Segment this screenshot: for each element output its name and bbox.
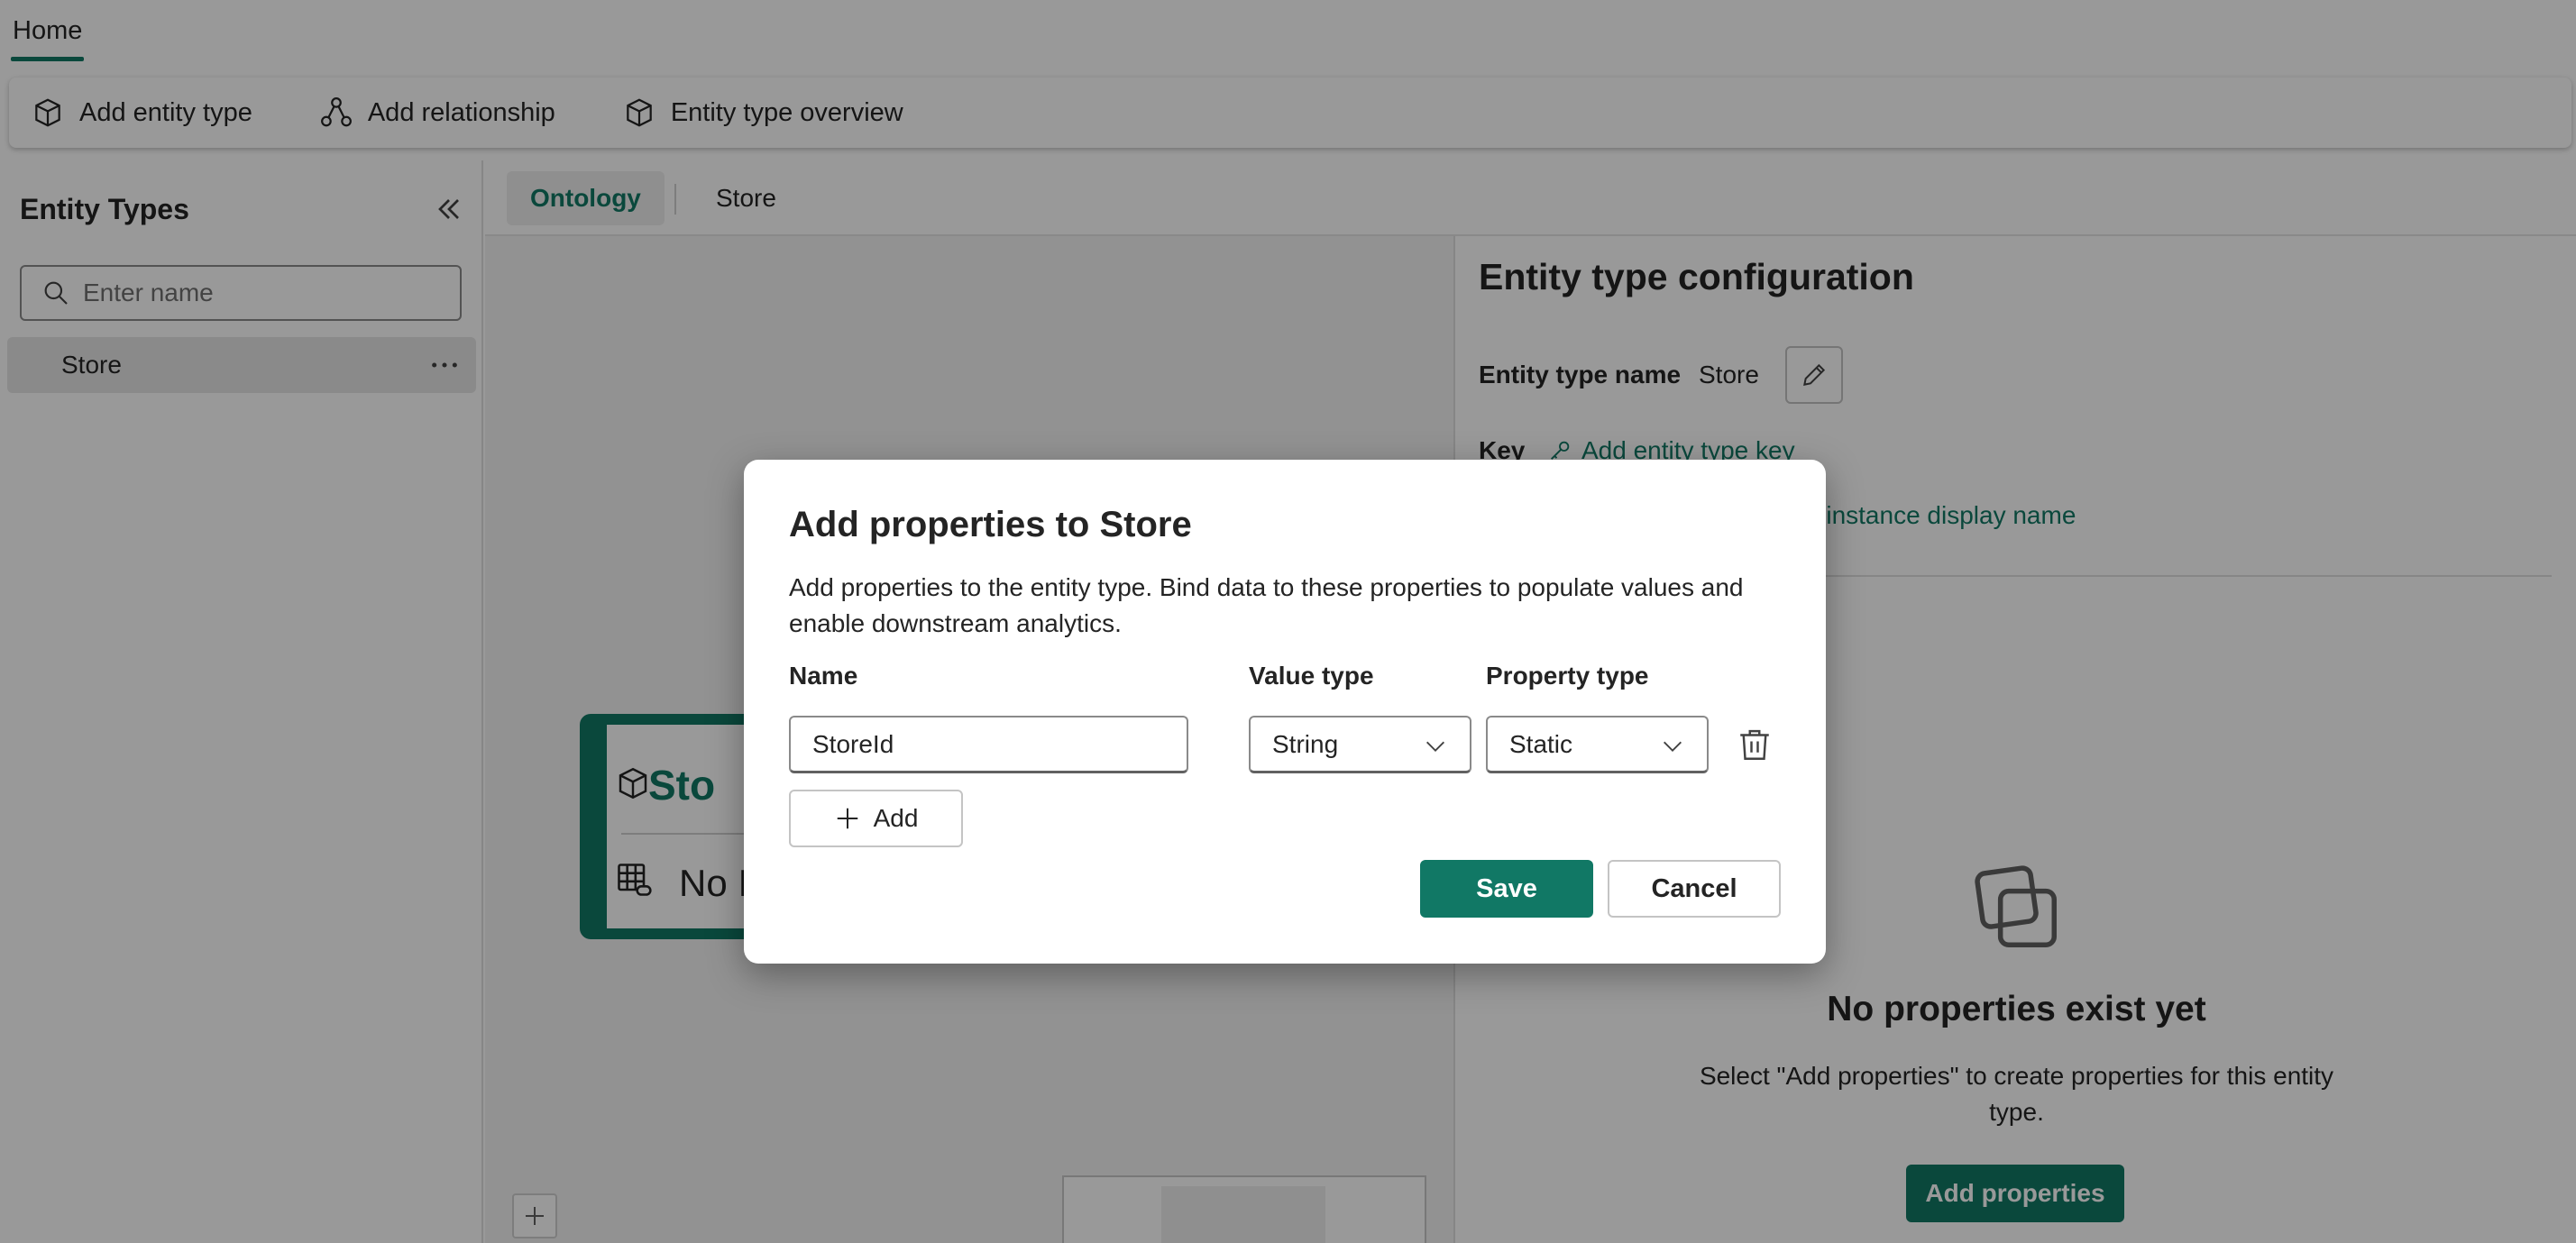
dialog-description: Add properties to the entity type. Bind …	[789, 573, 1744, 637]
add-property-row-label: Add	[873, 804, 919, 832]
value-type-dropdown[interactable]: String	[1249, 716, 1471, 773]
chevron-down-icon	[1426, 741, 1444, 752]
column-header-name: Name	[789, 662, 858, 690]
dialog-title: Add properties to Store	[789, 505, 1192, 544]
column-header-value-type: Value type	[1249, 662, 1374, 690]
chevron-down-icon	[1664, 741, 1682, 752]
plus-icon	[837, 808, 857, 829]
add-property-row-button[interactable]: Add	[789, 790, 963, 847]
delete-row-icon[interactable]	[1736, 725, 1774, 764]
save-button[interactable]: Save	[1420, 860, 1593, 918]
property-name-input[interactable]	[789, 716, 1188, 773]
add-properties-dialog: Add properties to Store Add properties t…	[744, 460, 1826, 964]
property-type-dropdown[interactable]: Static	[1486, 716, 1709, 773]
value-type-selected: String	[1272, 729, 1339, 758]
property-type-selected: Static	[1509, 729, 1573, 758]
column-header-property-type: Property type	[1486, 662, 1649, 690]
cancel-button[interactable]: Cancel	[1608, 860, 1781, 918]
